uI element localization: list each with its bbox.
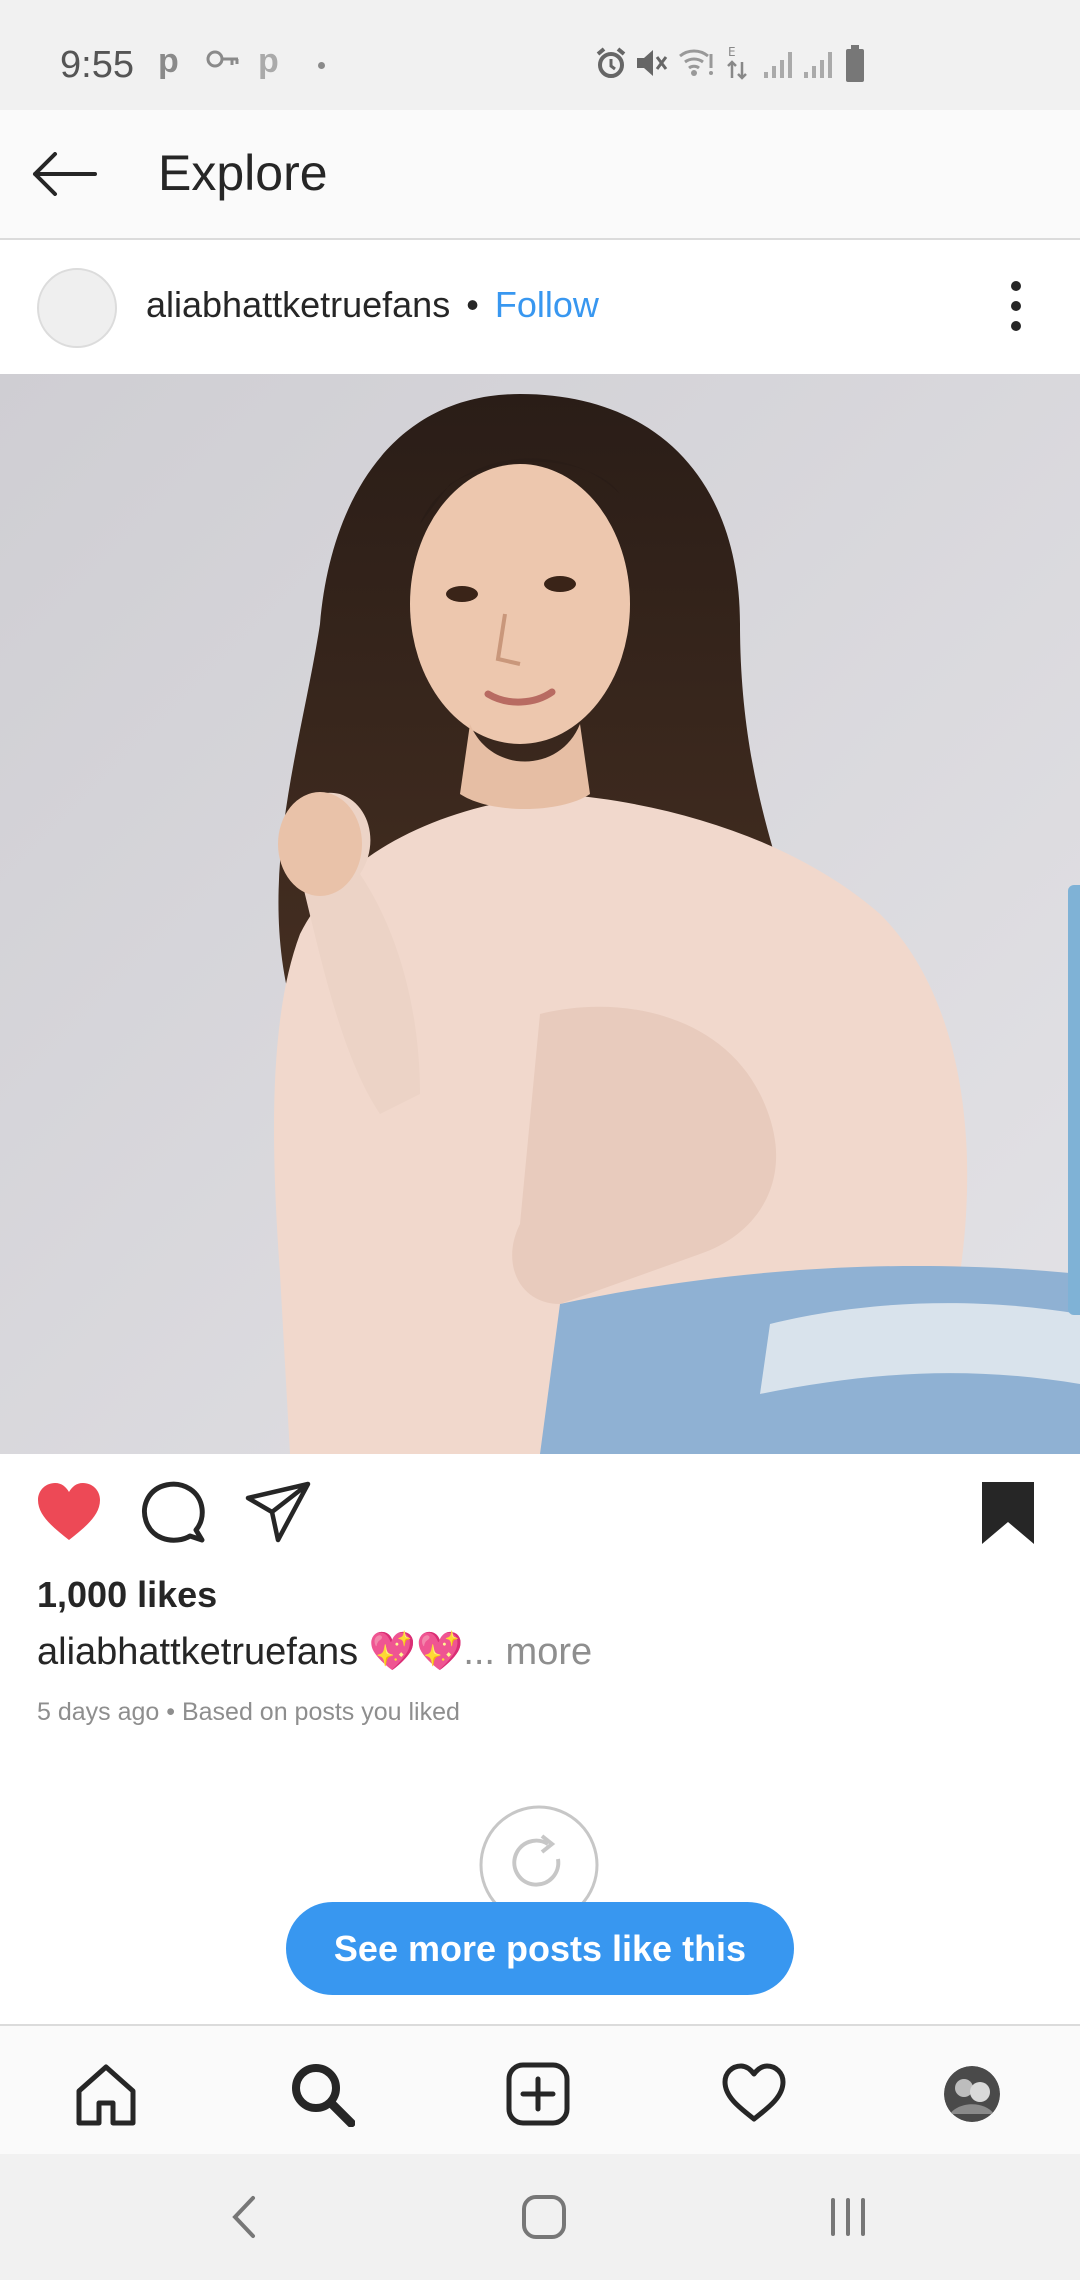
comment-button[interactable] bbox=[140, 1478, 210, 1548]
nav-profile-avatar[interactable] bbox=[944, 2066, 1000, 2122]
system-recents-button[interactable] bbox=[808, 2184, 888, 2250]
recents-icon bbox=[831, 2198, 865, 2236]
signal-icon bbox=[802, 48, 834, 85]
signal-icon bbox=[762, 48, 794, 85]
back-button[interactable] bbox=[24, 134, 104, 214]
nav-home[interactable] bbox=[68, 2056, 144, 2132]
caption-username[interactable]: aliabhattketruefans bbox=[37, 1631, 358, 1673]
likes-count[interactable]: 1,000 likes bbox=[37, 1574, 217, 1616]
save-button[interactable] bbox=[978, 1480, 1042, 1544]
caption: aliabhattketruefans 💖💖... more bbox=[37, 1630, 592, 1674]
scroll-indicator[interactable] bbox=[1068, 885, 1080, 1315]
avatar[interactable] bbox=[37, 268, 117, 348]
nav-new-post[interactable] bbox=[500, 2056, 576, 2132]
like-button[interactable] bbox=[34, 1478, 104, 1548]
nav-activity[interactable] bbox=[716, 2056, 792, 2132]
vpn-key-icon bbox=[206, 48, 240, 75]
system-nav-bar bbox=[0, 2154, 1080, 2280]
notification-dot-icon bbox=[318, 62, 325, 69]
status-time: 9:55 bbox=[60, 44, 134, 86]
status-bar: 9:55 p p E bbox=[0, 0, 1080, 110]
see-more-posts-button[interactable]: See more posts like this bbox=[286, 1902, 794, 1995]
system-home-button[interactable] bbox=[504, 2184, 584, 2250]
profile-avatar bbox=[944, 2066, 1000, 2122]
bottom-nav bbox=[0, 2024, 1080, 2156]
post-meta: 5 days ago • Based on posts you liked bbox=[37, 1698, 460, 1726]
top-bar: Explore bbox=[0, 110, 1080, 240]
caption-text: 💖💖 bbox=[368, 1631, 464, 1673]
post-user-row: aliabhattketruefans • Follow bbox=[146, 284, 599, 326]
bookmark-filled-icon bbox=[982, 1482, 1034, 1544]
separator-dot: • bbox=[466, 284, 479, 325]
page-title: Explore bbox=[158, 145, 328, 201]
send-icon bbox=[245, 1481, 311, 1543]
wifi-icon bbox=[678, 46, 714, 83]
system-back-button[interactable] bbox=[204, 2184, 284, 2250]
pinterest-icon: p bbox=[158, 42, 179, 80]
chevron-left-icon bbox=[232, 2196, 255, 2238]
more-options-button[interactable] bbox=[996, 276, 1036, 336]
home-icon bbox=[76, 2064, 136, 2126]
nav-search[interactable] bbox=[284, 2056, 360, 2132]
battery-icon bbox=[844, 44, 866, 89]
comment-icon bbox=[142, 1481, 205, 1543]
post-photo[interactable] bbox=[0, 374, 1080, 1454]
vertical-dots-icon bbox=[1011, 281, 1021, 331]
svg-text:E: E bbox=[728, 45, 736, 59]
pinterest-icon: p bbox=[258, 42, 279, 80]
arrow-left-icon bbox=[33, 152, 97, 196]
mute-icon bbox=[634, 46, 668, 85]
activity-heart-icon bbox=[722, 2063, 786, 2122]
follow-button[interactable]: Follow bbox=[495, 284, 599, 325]
alarm-icon bbox=[594, 46, 628, 85]
portrait-photo bbox=[0, 374, 1080, 1454]
caption-more-link[interactable]: ... more bbox=[463, 1631, 592, 1673]
post-username[interactable]: aliabhattketruefans bbox=[146, 284, 450, 325]
heart-filled-icon bbox=[38, 1483, 100, 1540]
home-square-icon bbox=[522, 2195, 566, 2239]
data-e-icon: E bbox=[726, 44, 750, 87]
share-button[interactable] bbox=[244, 1478, 314, 1548]
add-post-icon bbox=[506, 2062, 570, 2126]
search-icon bbox=[292, 2064, 355, 2127]
